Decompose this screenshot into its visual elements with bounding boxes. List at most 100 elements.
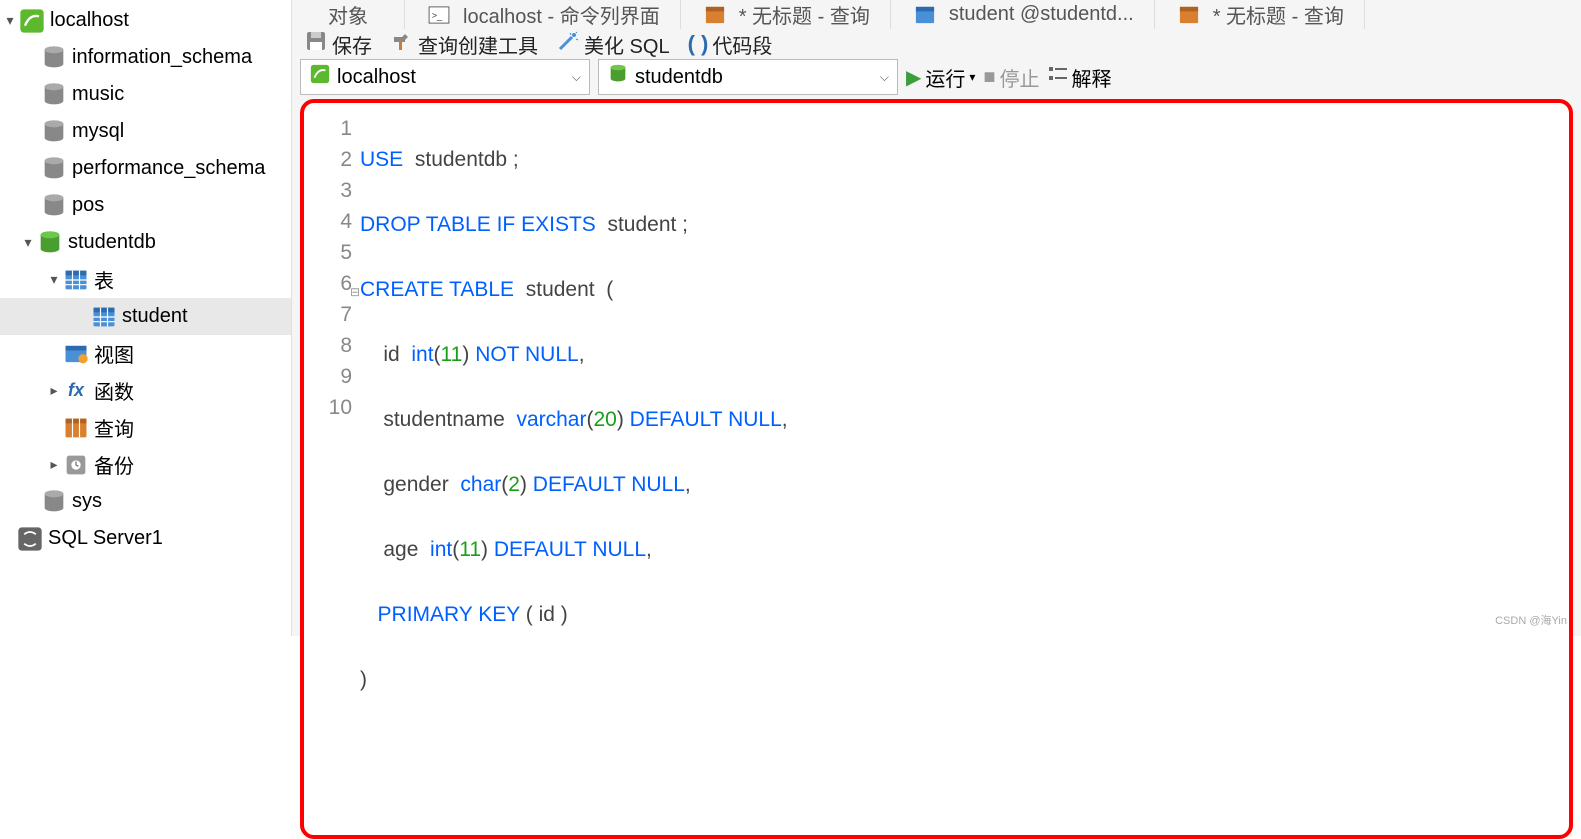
tree-tables-folder[interactable]: ▾表: [0, 261, 291, 298]
table-icon: [62, 266, 90, 294]
database-open-icon: [36, 229, 64, 257]
query-builder-button[interactable]: 查询创建工具: [390, 29, 538, 59]
line-number: 7: [304, 299, 352, 330]
button-label: 美化 SQL: [584, 30, 670, 59]
tab-label: * 无标题 - 查询: [1213, 0, 1344, 29]
button-label: 停止: [1000, 63, 1040, 92]
terminal-icon: >_: [425, 1, 453, 29]
tree-connection-root[interactable]: ▾ localhost: [0, 2, 291, 39]
sql-text: gender: [360, 473, 460, 496]
sql-keyword: TABLE: [426, 213, 491, 236]
sql-keyword: NOT: [475, 343, 519, 366]
sql-text: (: [434, 343, 441, 366]
sql-keyword: PRIMARY: [378, 603, 473, 626]
save-button[interactable]: 保存: [304, 29, 372, 59]
chevron-down-icon: ⌵: [880, 70, 889, 85]
tree-views[interactable]: 视图: [0, 335, 291, 372]
line-number: 5: [304, 237, 352, 268]
line-number: 1: [304, 113, 352, 144]
chevron-right-icon: ▸: [46, 382, 62, 399]
tree-backups[interactable]: ▸备份: [0, 446, 291, 483]
sqlserver-icon: [16, 525, 44, 553]
explain-button[interactable]: 解释: [1048, 63, 1112, 92]
tree-label: studentdb: [68, 231, 156, 254]
function-icon: fx: [62, 377, 90, 405]
database-select[interactable]: studentdb ⌵: [598, 59, 898, 95]
tree-db-item[interactable]: mysql: [0, 113, 291, 150]
code-content[interactable]: USE studentdb ; DROP TABLE IF EXISTS stu…: [360, 103, 788, 835]
tab-label: * 无标题 - 查询: [739, 0, 870, 29]
tree-queries[interactable]: 查询: [0, 409, 291, 446]
tab-bar: 对象 >_ localhost - 命令列界面 * 无标题 - 查询 studen…: [292, 0, 1581, 29]
database-icon: [40, 44, 68, 72]
sql-keyword: DEFAULT: [494, 538, 587, 561]
sql-keyword: varchar: [516, 408, 586, 431]
tree-db-item[interactable]: pos: [0, 187, 291, 224]
tab-label: 对象: [328, 0, 368, 29]
query-tab-icon: [1175, 1, 1203, 29]
wand-icon: [556, 29, 580, 59]
tree-label: student: [122, 305, 188, 328]
tree-label: sys: [72, 490, 102, 513]
tab-objects[interactable]: 对象: [292, 0, 405, 29]
backup-icon: [62, 451, 90, 479]
tab-student[interactable]: student @studentd...: [891, 0, 1155, 29]
brackets-icon: ( ): [688, 31, 709, 57]
selector-bar: localhost⌵ studentdb ⌵ ▶运行▾ ■停止 解释: [292, 59, 1581, 95]
table-tab-icon: [911, 1, 939, 29]
tree-db-item[interactable]: music: [0, 76, 291, 113]
tree-label: pos: [72, 194, 104, 217]
snippet-button[interactable]: ( )代码段: [688, 30, 773, 59]
sql-text: ,: [782, 408, 788, 431]
main-area: 对象 >_ localhost - 命令列界面 * 无标题 - 查询 studen…: [292, 0, 1581, 636]
view-icon: [62, 340, 90, 368]
tab-label: localhost - 命令列界面: [463, 0, 660, 29]
sql-text: ): [462, 343, 475, 366]
tree-label: music: [72, 83, 124, 106]
tree-db-open[interactable]: ▾ studentdb: [0, 224, 291, 261]
tree-label: performance_schema: [72, 157, 265, 180]
sql-editor[interactable]: 1 2 3 4 5 6 7 8 9 10 USE studentdb ; DRO…: [304, 103, 1569, 835]
chevron-down-icon: ▾: [2, 12, 18, 29]
line-number: 4: [304, 206, 352, 237]
tree-table-student[interactable]: student: [0, 298, 291, 335]
chevron-right-icon: ▸: [46, 456, 62, 473]
sql-text: ): [481, 538, 494, 561]
line-number: 2: [304, 144, 352, 175]
select-value: studentdb: [635, 66, 723, 89]
stop-icon: ■: [983, 66, 995, 89]
sql-text: student ;: [596, 213, 688, 236]
tree-db-item[interactable]: information_schema: [0, 39, 291, 76]
sql-text: ,: [579, 343, 585, 366]
sql-keyword: int: [430, 538, 452, 561]
sql-text: age: [360, 538, 430, 561]
tree-label: 表: [94, 265, 114, 294]
line-number: 6: [304, 268, 352, 299]
sql-keyword: DROP: [360, 213, 420, 236]
tab-cmdline[interactable]: >_ localhost - 命令列界面: [405, 0, 681, 29]
tree-label: information_schema: [72, 46, 252, 69]
run-button[interactable]: ▶运行▾: [906, 63, 975, 92]
button-label: 代码段: [712, 30, 772, 59]
tab-label: student @studentd...: [949, 3, 1134, 26]
chevron-down-icon: ▾: [20, 234, 36, 251]
sql-text: student (: [514, 278, 613, 301]
tree-db-item[interactable]: sys: [0, 483, 291, 520]
sql-keyword: EXISTS: [521, 213, 596, 236]
tab-query1[interactable]: * 无标题 - 查询: [681, 0, 891, 29]
fold-icon[interactable]: ⊟: [350, 277, 360, 308]
tree-db-item[interactable]: performance_schema: [0, 150, 291, 187]
tab-query2[interactable]: * 无标题 - 查询: [1155, 0, 1365, 29]
sql-keyword: TABLE: [449, 278, 514, 301]
line-number: 8: [304, 330, 352, 361]
tree-label: 函数: [94, 376, 134, 405]
sql-text: [360, 603, 378, 626]
connection-select[interactable]: localhost⌵: [300, 59, 590, 95]
sql-text: ): [617, 408, 630, 431]
button-label: 查询创建工具: [418, 30, 538, 59]
line-number: 10: [304, 392, 352, 423]
tree-functions[interactable]: ▸fx函数: [0, 372, 291, 409]
tree-sqlserver[interactable]: SQL Server1: [0, 520, 291, 557]
sql-keyword: char: [460, 473, 501, 496]
beautify-button[interactable]: 美化 SQL: [556, 29, 670, 59]
